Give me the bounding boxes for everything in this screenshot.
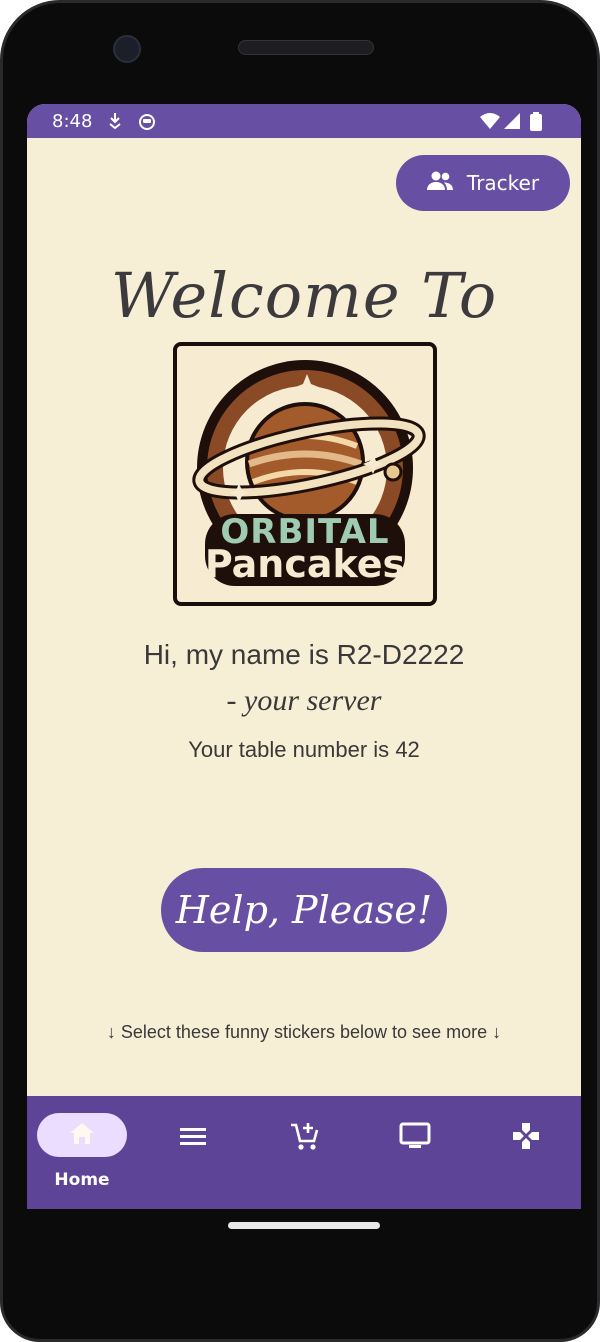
front-camera (113, 35, 141, 63)
greeting-line: Hi, my name is R2-D2222 (27, 639, 581, 671)
table-number: 42 (395, 737, 420, 762)
menu-icon (168, 1120, 218, 1152)
server-role: - your server (226, 684, 382, 717)
home-icon (68, 1121, 96, 1149)
nav-active-indicator (37, 1113, 127, 1157)
logo-word-pancakes: Pancakes (204, 542, 406, 586)
phone-frame: 8:48 Tracker Welcome To ORBITAL Pancakes… (0, 0, 600, 1342)
nav-item-games[interactable] (471, 1096, 581, 1209)
gamepad-icon (501, 1120, 551, 1152)
gesture-home-bar[interactable] (228, 1222, 380, 1229)
table-prefix: Your table number is (188, 737, 390, 762)
bottom-navigation: Home (27, 1096, 581, 1209)
people-icon (426, 171, 453, 196)
tracker-button[interactable]: Tracker (396, 155, 570, 211)
robot-status-icon (137, 112, 157, 134)
table-number-line: Your table number is 42 (27, 737, 581, 763)
server-name: R2-D2222 (336, 639, 465, 670)
wifi-icon (479, 112, 501, 134)
signal-icon (503, 112, 521, 134)
status-bar: 8:48 (27, 104, 581, 138)
greeting-prefix: Hi, my name is (143, 639, 329, 670)
status-time: 8:48 (52, 111, 93, 132)
app-screen: 8:48 Tracker Welcome To ORBITAL Pancakes… (27, 104, 581, 1209)
help-button[interactable]: Help, Please! (161, 868, 447, 952)
nav-item-tv[interactable] (360, 1096, 470, 1209)
orbital-pancakes-logo: ORBITAL Pancakes (173, 342, 437, 606)
download-status-icon (107, 112, 123, 134)
nav-label-home: Home (54, 1170, 110, 1190)
nav-item-cart[interactable] (249, 1096, 359, 1209)
welcome-heading: Welcome To (110, 259, 498, 332)
tv-icon (390, 1120, 440, 1152)
nav-item-menu[interactable] (138, 1096, 248, 1209)
add-cart-icon (279, 1120, 329, 1152)
earpiece-speaker (238, 40, 374, 55)
nav-item-home[interactable]: Home (27, 1096, 137, 1209)
sticker-hint: ↓ Select these funny stickers below to s… (106, 1022, 502, 1042)
tracker-label: Tracker (466, 171, 540, 195)
battery-icon (530, 112, 542, 135)
